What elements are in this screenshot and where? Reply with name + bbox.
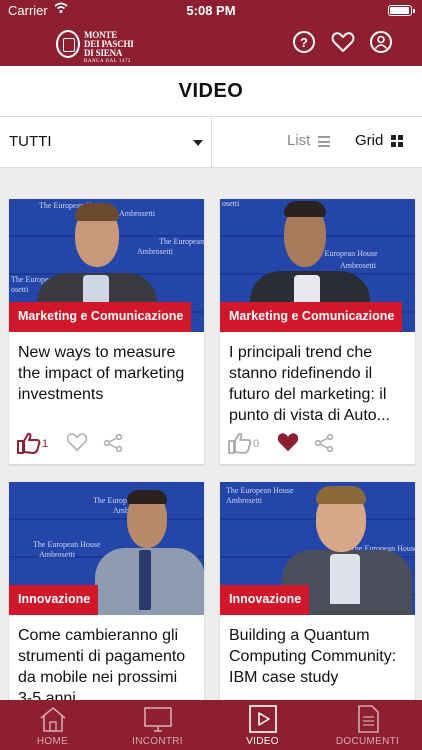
document-icon [357,705,379,733]
thumbs-up-icon [17,432,41,454]
grid-view-label: Grid [355,132,384,149]
thumb-brand-text: Ambrosetti [137,247,173,256]
app-header: Carrier 5:08 PM MONTE DEI PASCHI DI SIEN… [0,0,422,66]
category-badge: Innovazione [9,585,99,615]
video-thumbnail[interactable]: The European House Ambrosetti The Europe… [220,482,415,615]
card-actions: 1 [9,424,204,464]
like-count: 0 [253,438,260,450]
like-button[interactable]: 1 [17,432,48,459]
category-badge: Innovazione [220,585,310,615]
video-title[interactable]: Come cambieranno gli strumenti di pagame… [9,615,204,707]
favorite-heart-icon[interactable] [277,432,299,452]
thumb-brand-text: Ambrosetti [226,496,262,505]
category-select-value: TUTTI [9,133,52,150]
list-view-button[interactable]: List [287,132,331,149]
home-icon [39,706,66,732]
logo-line-3: DI SIENA [84,48,123,58]
thumb-brand-text: Ambrosetti [340,261,376,270]
video-card[interactable]: The European House Ambrosetti The Europe… [9,482,204,707]
category-badge: Marketing e Comunicazione [220,302,403,332]
thumbs-up-icon [228,432,252,454]
thumb-brand-text: The European House [226,486,294,495]
user-icon[interactable] [370,31,392,53]
list-icon [318,135,331,147]
video-card[interactable]: The European House Ambrosetti The Europe… [9,199,204,464]
share-icon[interactable] [314,434,334,452]
video-thumbnail[interactable]: osetti The European House Ambrosetti Mar… [220,199,415,332]
status-bar: Carrier 5:08 PM [0,0,422,22]
tab-label: DOCUMENTI [335,736,400,747]
video-thumbnail[interactable]: The European House Ambrosetti The Europe… [9,482,204,615]
heart-icon[interactable] [331,31,355,53]
grid-icon [391,135,404,148]
tab-label: HOME [36,736,69,747]
bank-logo[interactable]: MONTE DEI PASCHI DI SIENA BANCA DAL 1472 [56,30,146,64]
thumb-brand-text: The European House [33,540,101,549]
play-icon [248,705,277,733]
video-title[interactable]: I principali trend che stanno ridefinend… [220,332,415,424]
video-card[interactable]: The European House Ambrosetti The Europe… [220,482,415,707]
like-button[interactable]: 0 [228,432,259,459]
tab-incontri[interactable]: INCONTRI [105,700,210,750]
thumb-brand-text: The European House [159,237,204,246]
thumb-brand-text: Ambrosetti [119,209,155,218]
grid-view-button[interactable]: Grid [355,132,404,149]
video-card[interactable]: osetti The European House Ambrosetti Mar… [220,199,415,464]
card-actions: 0 [220,424,415,464]
battery-icon [388,5,415,16]
bottom-tab-bar: HOME INCONTRI VIDEO DOCUMENTI [0,700,422,750]
video-title[interactable]: New ways to measure the impact of market… [9,332,204,424]
like-count: 1 [42,438,49,450]
tab-video[interactable]: VIDEO [210,700,315,750]
favorite-heart-icon[interactable] [66,432,88,452]
tab-home[interactable]: HOME [0,700,105,750]
category-badge: Marketing e Comunicazione [9,302,192,332]
help-icon[interactable]: ? [293,31,315,53]
thumb-brand-text: osetti [222,199,240,208]
thumb-brand-text: Ambrosetti [39,550,75,559]
video-title[interactable]: Building a Quantum Computing Community: … [220,615,415,707]
filter-bar: TUTTI List Grid [0,116,422,168]
monitor-icon [143,707,172,732]
logo-subtitle: BANCA DAL 1472 [84,59,131,64]
share-icon[interactable] [103,434,123,452]
thumb-brand-text: osetti [11,285,29,294]
chevron-down-icon [193,140,203,146]
tab-documenti[interactable]: DOCUMENTI [315,700,420,750]
user-glyph-icon [374,35,388,49]
list-view-label: List [287,132,311,149]
tab-label: VIDEO [246,736,279,747]
video-thumbnail[interactable]: The European House Ambrosetti The Europe… [9,199,204,332]
clock: 5:08 PM [186,3,236,18]
category-select[interactable]: TUTTI [0,117,212,167]
page-title: VIDEO [0,66,422,116]
tab-label: INCONTRI [132,736,183,747]
logo-emblem-icon [56,30,80,58]
